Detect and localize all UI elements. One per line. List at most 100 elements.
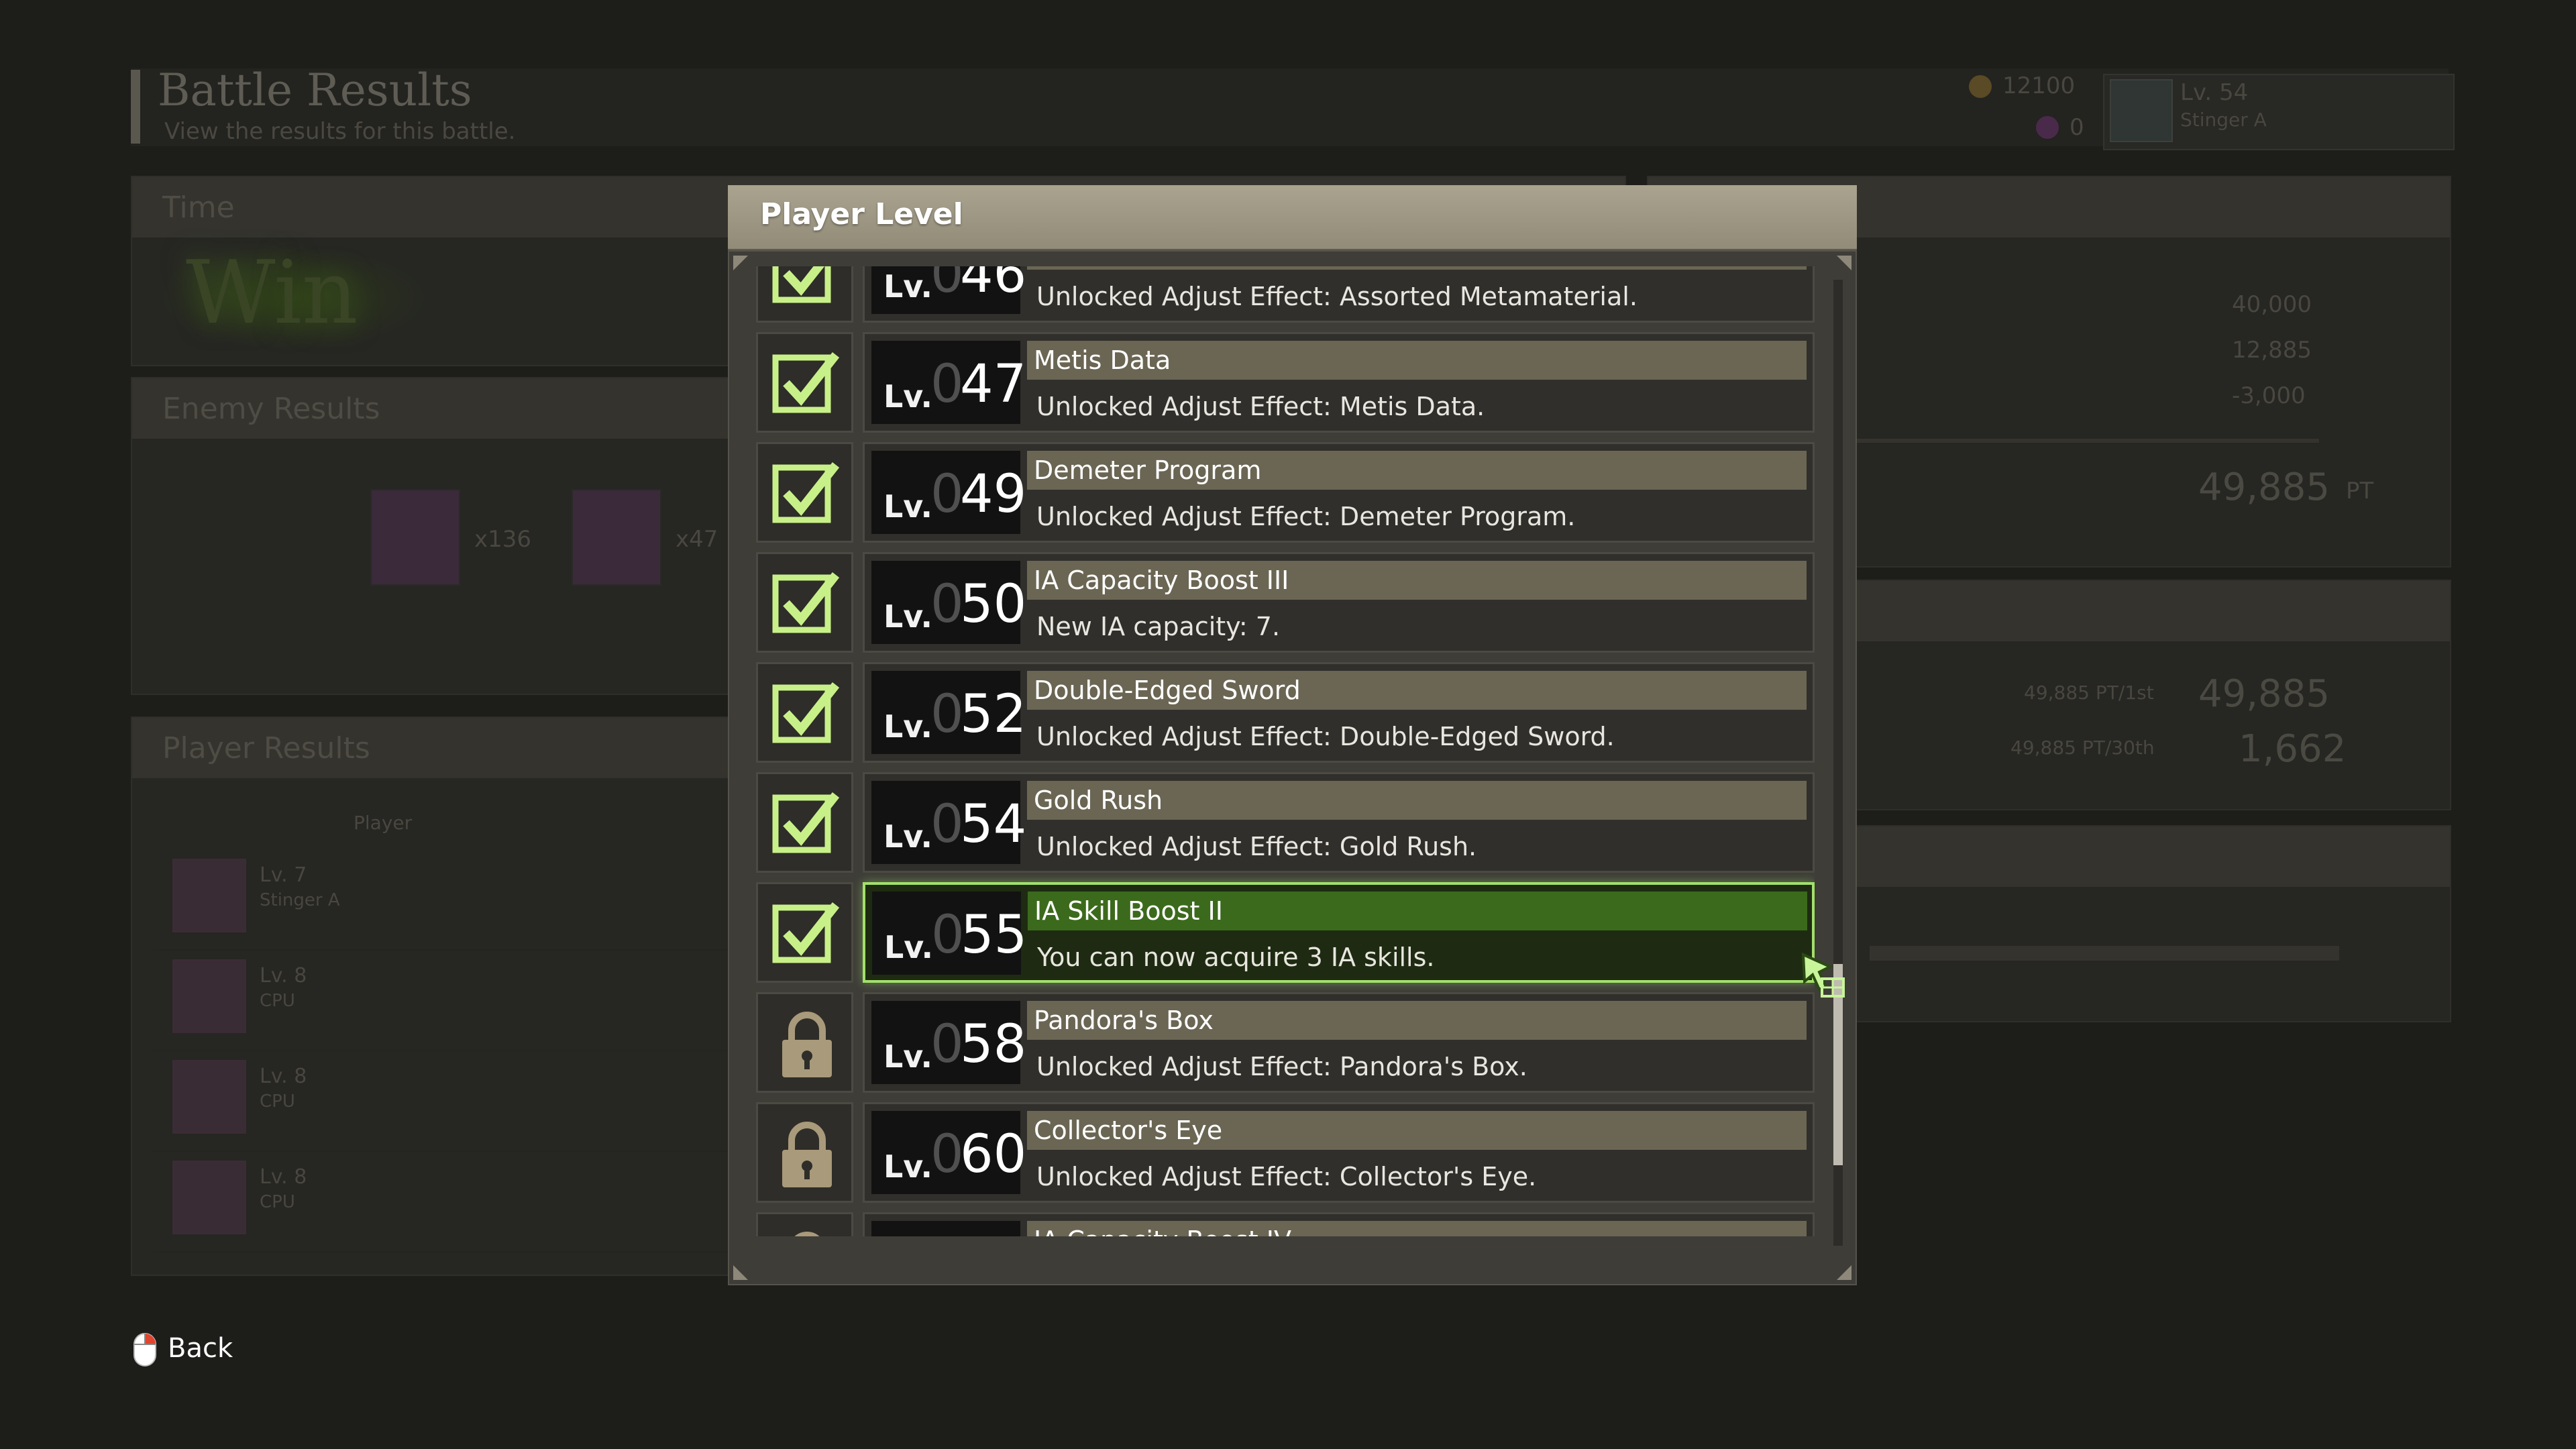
reward-card[interactable]: Lv. 0 52 Double-Edged Sword Unlocked Adjust … xyxy=(863,662,1815,763)
score-value: 40,000 xyxy=(2232,291,2312,318)
reward-card[interactable]: Lv. 0 54 Gold Rush Unlocked Adjust Effect: G… xyxy=(863,772,1815,873)
result-text: Win xyxy=(186,241,358,343)
rank-small: 49,885 PT/30th xyxy=(2010,737,2155,759)
level-prefix: Lv. xyxy=(883,488,933,525)
level-badge: Lv. 0 50 xyxy=(871,561,1026,644)
reward-card[interactable]: Lv. 0 60 Collector's Eye Unlocked Adjust Eff… xyxy=(863,1102,1815,1203)
player-name: CPU xyxy=(260,991,295,1011)
reward-name-bar: Metis Data xyxy=(1027,341,1807,380)
level-prefix: Lv. xyxy=(883,1148,933,1185)
reward-name: Collector's Eye xyxy=(1034,1116,1223,1145)
level-leading-zero: 0 xyxy=(930,684,964,745)
reward-description: New IA capacity: 7. xyxy=(1036,612,1281,641)
mouse-icon xyxy=(133,1333,156,1366)
status-box xyxy=(756,662,853,763)
level-reward-row[interactable]: Lv. 0 60 Collector's Eye Unlocked Adjust Eff… xyxy=(756,1102,1815,1203)
level-number: 58 xyxy=(960,1014,1027,1075)
enemy-thumb xyxy=(370,489,460,586)
scrollbar[interactable] xyxy=(1833,280,1843,1246)
divider xyxy=(1849,439,2319,443)
checkmark-icon xyxy=(772,266,831,303)
reward-description: You can now acquire 3 IA skills. xyxy=(1037,943,1435,972)
reward-description: Unlocked Adjust Effect: Assorted Metamat… xyxy=(1036,282,1638,311)
level-reward-row[interactable]: Lv. 0 52 Double-Edged Sword Unlocked Adjust … xyxy=(756,662,1815,763)
level-reward-row[interactable]: Lv. 0 55 IA Skill Boost II You can now acqui… xyxy=(756,882,1815,983)
reward-card[interactable]: Lv. 0 47 Metis Data Unlocked Adjust Effect: … xyxy=(863,332,1815,433)
status-box xyxy=(756,772,853,873)
reward-description: Unlocked Adjust Effect: Collector's Eye. xyxy=(1036,1162,1537,1191)
level-reward-row[interactable]: Lv. 0 50 IA Capacity Boost III New IA capaci… xyxy=(756,552,1815,653)
reward-card[interactable]: Lv. 0 50 IA Capacity Boost III New IA capaci… xyxy=(863,552,1815,653)
reward-description: Unlocked Adjust Effect: Double-Edged Swo… xyxy=(1036,722,1615,751)
reward-name-bar: Collector's Eye xyxy=(1027,1111,1807,1150)
checkmark-icon xyxy=(772,792,840,853)
level-badge: Lv. 0 52 xyxy=(871,671,1026,754)
dialog-body: Lv.046Assorted Metamaterial Unlocked Adju… xyxy=(728,250,1857,1285)
level-badge: Lv. 0 47 xyxy=(871,341,1026,424)
reward-name: Demeter Program xyxy=(1034,455,1262,485)
reward-name-bar: Demeter Program xyxy=(1027,451,1807,490)
score-value: -3,000 xyxy=(2232,382,2306,409)
reward-card[interactable]: Lv.046Assorted Metamaterial Unlocked Adju… xyxy=(863,266,1815,323)
level-reward-row[interactable]: Lv. 0 54 Gold Rush Unlocked Adjust Effect: G… xyxy=(756,772,1815,873)
score-value: 12,885 xyxy=(2232,337,2312,364)
reward-name-bar: IA Capacity Boost IV xyxy=(1027,1221,1807,1236)
level-reward-list[interactable]: Lv.046Assorted Metamaterial Unlocked Adju… xyxy=(756,266,1815,1236)
level-prefix: Lv. xyxy=(883,378,933,415)
rank-level: Lv. 54 xyxy=(2180,79,2249,106)
status-box xyxy=(756,442,853,543)
checkmark-icon xyxy=(772,902,840,963)
reward-card[interactable]: Lv. 0 49 Demeter Program Unlocked Adjust Eff… xyxy=(863,442,1815,543)
reward-card[interactable]: Lv.065 IA Capacity Boost IV xyxy=(863,1212,1815,1236)
score-total: 49,885 xyxy=(2198,466,2330,509)
page-subtitle: View the results for this battle. xyxy=(164,118,516,145)
level-reward-row[interactable]: Lv.065 IA Capacity Boost IV xyxy=(756,1212,1815,1236)
level-badge: Lv. 0 46 xyxy=(871,266,1026,314)
currency-1: 12100 xyxy=(2002,72,2076,99)
rank-small: 49,885 PT/1st xyxy=(2024,682,2154,704)
rank-emblem-icon xyxy=(2110,79,2173,142)
player-results-label: Player Results xyxy=(162,731,370,765)
score-unit: PT xyxy=(2346,478,2374,504)
checkmark-icon xyxy=(772,462,840,523)
reward-description: Unlocked Adjust Effect: Demeter Program. xyxy=(1036,502,1576,531)
level-reward-row[interactable]: Lv. 0 49 Demeter Program Unlocked Adjust Eff… xyxy=(756,442,1815,543)
reward-card[interactable]: Lv. 0 58 Pandora's Box Unlocked Adjust Effec… xyxy=(863,992,1815,1093)
level-reward-row[interactable]: Lv. 0 47 Metis Data Unlocked Adjust Effect: … xyxy=(756,332,1815,433)
level-prefix: Lv. xyxy=(883,818,933,855)
status-box xyxy=(756,1102,853,1203)
checkmark-icon xyxy=(772,352,840,413)
gem-icon xyxy=(2036,116,2059,139)
corner-ornament xyxy=(733,1265,748,1280)
currency-2: 0 xyxy=(2070,114,2084,141)
cursor-icon xyxy=(1801,952,1845,998)
reward-name-bar: Assorted Metamaterial xyxy=(1027,266,1807,270)
status-box xyxy=(756,266,853,323)
reward-name: Pandora's Box xyxy=(1034,1006,1214,1035)
reward-name: Double-Edged Sword xyxy=(1034,676,1301,705)
level-reward-row[interactable]: Lv.046Assorted Metamaterial Unlocked Adju… xyxy=(756,266,1815,323)
time-label: Time xyxy=(162,191,235,225)
title-accent xyxy=(131,70,140,144)
player-level: Lv. 8 xyxy=(260,1065,307,1088)
dialog-header: Player Level xyxy=(728,185,1857,251)
corner-ornament xyxy=(733,256,748,270)
level-number: 60 xyxy=(960,1124,1027,1185)
avatar xyxy=(172,1161,246,1234)
enemy-count: x136 xyxy=(474,526,532,553)
player-level: Lv. 8 xyxy=(260,1165,307,1189)
enemy-count: x47 xyxy=(676,526,718,553)
player-name: CPU xyxy=(260,1091,295,1112)
checkmark-icon xyxy=(772,682,840,743)
player-level: Lv. 7 xyxy=(260,863,307,887)
level-prefix: Lv. xyxy=(883,268,933,305)
reward-name: IA Capacity Boost IV xyxy=(1034,1226,1291,1236)
coin-icon xyxy=(1969,75,1992,98)
player-name: Stinger A xyxy=(260,890,340,910)
status-box xyxy=(756,882,853,983)
level-badge: Lv. 0 58 xyxy=(871,1001,1026,1084)
level-leading-zero: 0 xyxy=(930,1234,964,1236)
reward-card[interactable]: Lv. 0 55 IA Skill Boost II You can now acqui… xyxy=(863,882,1815,983)
level-reward-row[interactable]: Lv. 0 58 Pandora's Box Unlocked Adjust Effec… xyxy=(756,992,1815,1093)
reward-name-bar: Gold Rush xyxy=(1027,781,1807,820)
